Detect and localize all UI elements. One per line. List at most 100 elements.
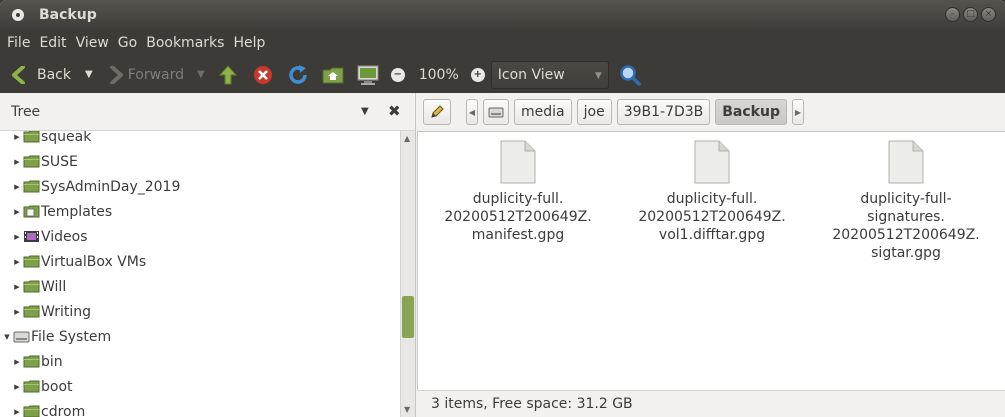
folder-icon xyxy=(23,405,40,417)
tree-item-label: cdrom xyxy=(41,403,86,417)
menu-view[interactable]: View xyxy=(76,35,109,51)
maximize-button[interactable]: □ xyxy=(963,7,978,22)
file-name-line: vol1.difftar.gpg xyxy=(658,227,766,243)
templates-folder-icon xyxy=(23,205,40,218)
path-segment-joe[interactable]: joe xyxy=(576,99,612,125)
home-icon[interactable] xyxy=(322,64,344,86)
document-icon xyxy=(694,140,730,184)
scrollbar-thumb[interactable] xyxy=(402,296,414,338)
tree-item[interactable]: ▶ squeak xyxy=(0,131,400,149)
expander-closed-icon[interactable]: ▶ xyxy=(14,383,20,391)
expander-open-icon[interactable]: ▼ xyxy=(4,333,10,341)
file-item[interactable]: duplicity-full. 20200512T200649Z. manifest… xyxy=(444,140,592,244)
tree-item[interactable]: ▼ File System xyxy=(0,324,400,349)
sidebar-mode-dropdown[interactable]: ▼ xyxy=(361,106,369,117)
drive-icon xyxy=(488,107,504,118)
menu-help[interactable]: Help xyxy=(233,35,265,51)
expander-closed-icon[interactable]: ▶ xyxy=(14,158,20,166)
close-button[interactable]: × xyxy=(981,7,996,22)
file-item[interactable]: duplicity-full. 20200512T200649Z. vol1.dif… xyxy=(638,140,786,244)
menu-file[interactable]: File xyxy=(7,35,30,51)
go-up-icon[interactable] xyxy=(217,64,239,86)
tree-item[interactable]: ▶ Writing xyxy=(0,299,400,324)
tree-item-label: squeak xyxy=(41,131,92,145)
folder-icon xyxy=(23,380,40,393)
expander-closed-icon[interactable]: ▶ xyxy=(14,183,20,191)
tree-view: ▶ squeak ▶ SUSE ▶ SysAdminDay_2019 ▶ Templates ▶… xyxy=(0,131,400,417)
scroll-down-icon[interactable]: ▼ xyxy=(404,405,410,414)
menu-bar: File Edit View Go Bookmarks Help xyxy=(0,29,1005,56)
tree-item[interactable]: ▶ Templates xyxy=(0,199,400,224)
expander-closed-icon[interactable]: ▶ xyxy=(14,208,20,216)
expander-closed-icon[interactable]: ▶ xyxy=(14,133,20,141)
drive-icon xyxy=(13,330,30,343)
folder-icon xyxy=(23,131,40,143)
tree-item[interactable]: ▶ Will xyxy=(0,274,400,299)
expander-closed-icon[interactable]: ▶ xyxy=(14,308,20,316)
back-button[interactable]: Back xyxy=(37,67,71,83)
tree-item-label: File System xyxy=(31,328,112,345)
file-item[interactable]: duplicity-full-signatures. 20200512T20064… xyxy=(832,140,980,262)
forward-history-dropdown[interactable]: ▼ xyxy=(197,69,205,80)
close-sidebar-icon[interactable]: ✖ xyxy=(388,102,401,120)
file-name-line: 20200512T200649Z. xyxy=(638,209,786,225)
expander-closed-icon[interactable]: ▶ xyxy=(14,358,20,366)
tree-item-label: Writing xyxy=(41,303,91,320)
stop-icon[interactable] xyxy=(252,64,274,86)
expander-closed-icon[interactable]: ▶ xyxy=(14,258,20,266)
menu-edit[interactable]: Edit xyxy=(39,35,66,51)
folder-icon xyxy=(23,280,40,293)
file-view: duplicity-full. 20200512T200649Z. manifest… xyxy=(417,131,1005,390)
tree-item[interactable]: ▶ Videos xyxy=(0,224,400,249)
tree-item[interactable]: ▶ cdrom xyxy=(0,399,400,417)
path-segment-volume[interactable]: 39B1-7D3B xyxy=(616,99,711,125)
file-name-line: signatures. xyxy=(867,209,945,225)
path-scroll-right-button[interactable]: ▶ xyxy=(791,99,804,125)
file-name-line: 20200512T200649Z. xyxy=(832,227,980,243)
tree-item[interactable]: ▶ bin xyxy=(0,349,400,374)
path-root-drive-button[interactable] xyxy=(483,99,509,125)
folder-icon xyxy=(23,255,40,268)
tree-scrollbar[interactable]: ▲ ▼ xyxy=(400,131,415,417)
toolbar: Back ▼ Forward ▼ − 100% + Icon View ▼ xyxy=(0,56,1005,93)
tree-item[interactable]: ▶ SUSE xyxy=(0,149,400,174)
forward-arrow-icon[interactable] xyxy=(105,64,127,86)
menu-bookmarks[interactable]: Bookmarks xyxy=(146,35,224,51)
tree-item-label: boot xyxy=(41,378,73,395)
path-scroll-left-button[interactable]: ◀ xyxy=(466,99,478,125)
expander-closed-icon[interactable]: ▶ xyxy=(14,408,20,416)
file-name-line: duplicity-full- xyxy=(860,191,952,207)
computer-icon[interactable] xyxy=(357,64,379,86)
view-mode-select[interactable]: Icon View ▼ xyxy=(490,60,609,89)
zoom-out-icon[interactable]: − xyxy=(390,67,405,82)
chevron-down-icon: ▼ xyxy=(594,70,602,81)
tree-item-label: Videos xyxy=(41,228,88,245)
forward-button[interactable]: Forward xyxy=(128,67,184,83)
sidebar-mode-label[interactable]: Tree xyxy=(11,104,40,120)
minimize-button[interactable]: – xyxy=(945,7,960,22)
path-segment-media[interactable]: media xyxy=(514,99,572,125)
pencil-icon xyxy=(431,105,444,118)
expander-closed-icon[interactable]: ▶ xyxy=(14,283,20,291)
expander-closed-icon[interactable]: ▶ xyxy=(14,233,20,241)
folder-icon xyxy=(23,305,40,318)
tree-item[interactable]: ▶ boot xyxy=(0,374,400,399)
tree-item[interactable]: ▶ SysAdminDay_2019 xyxy=(0,174,400,199)
tree-item[interactable]: ▶ VirtualBox VMs xyxy=(0,249,400,274)
status-text: 3 items, Free space: 31.2 GB xyxy=(431,396,633,412)
file-name-line: manifest.gpg xyxy=(471,227,565,243)
back-arrow-icon[interactable] xyxy=(8,64,30,86)
app-menu-icon[interactable] xyxy=(12,8,24,21)
search-icon[interactable] xyxy=(619,64,641,86)
reload-icon[interactable] xyxy=(287,64,309,86)
menu-go[interactable]: Go xyxy=(118,35,137,51)
document-icon xyxy=(888,140,924,184)
path-segment-backup[interactable]: Backup xyxy=(715,99,787,125)
back-history-dropdown[interactable]: ▼ xyxy=(85,69,93,80)
file-name-line: duplicity-full. xyxy=(666,191,758,207)
tree-item-label: VirtualBox VMs xyxy=(41,253,147,270)
zoom-in-icon[interactable]: + xyxy=(470,67,485,82)
scroll-up-icon[interactable]: ▲ xyxy=(404,134,410,143)
edit-location-button[interactable] xyxy=(423,99,451,125)
folder-icon xyxy=(23,155,40,168)
